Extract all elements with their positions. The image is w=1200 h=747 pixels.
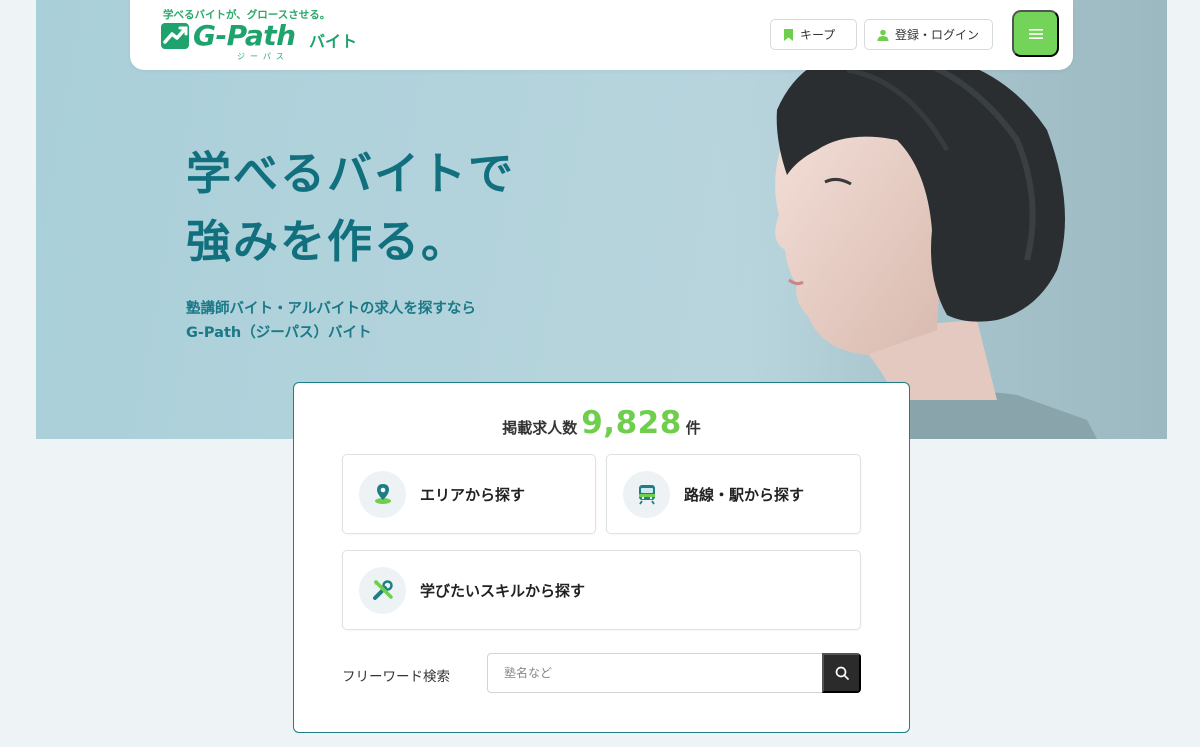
growth-chart-icon: [161, 23, 189, 49]
search-by-area-button[interactable]: エリアから探す: [342, 454, 596, 534]
hero-subtitle-line1: 塾講師バイト・アルバイトの求人を探すなら: [186, 301, 476, 317]
job-count-suffix: 件: [685, 419, 701, 437]
search-by-line-label: 路線・駅から探す: [684, 485, 805, 504]
hero-subtitle-line2: G-Path（ジーパス）バイト: [186, 325, 372, 341]
map-pin-icon: [374, 484, 391, 504]
area-icon-circle: [359, 470, 406, 518]
search-by-area-label: エリアから探す: [420, 485, 526, 504]
search-by-skill-label: 学びたいスキルから探す: [420, 581, 586, 600]
keep-button-label: キープ: [800, 28, 836, 42]
menu-button[interactable]: [1012, 10, 1059, 57]
job-count-value: 9,828: [581, 405, 682, 441]
login-button[interactable]: 登録・ログイン: [864, 19, 993, 50]
search-icon: [835, 666, 849, 680]
search-card: 掲載求人数 9,828 件 エリアから探す 路線・駅から探す 学びたいスキルから…: [293, 382, 910, 733]
logo-wordmark: G-Path: [193, 19, 296, 52]
job-count: 掲載求人数 9,828 件: [294, 405, 909, 441]
freeword-search-button[interactable]: [822, 653, 861, 693]
job-count-prefix: 掲載求人数: [502, 419, 578, 437]
search-by-skill-button[interactable]: 学びたいスキルから探す: [342, 550, 861, 630]
search-by-line-button[interactable]: 路線・駅から探す: [606, 454, 861, 534]
skill-icon-circle: [359, 566, 406, 614]
keep-button[interactable]: キープ: [770, 19, 857, 50]
freeword-label: フリーワード検索: [342, 669, 450, 685]
hero-subtitle: 塾講師バイト・アルバイトの求人を探すなら G-Path（ジーパス）バイト: [186, 297, 476, 345]
site-logo[interactable]: 学べるバイトが、グロースさせる。 G-Path バイト ジーパス: [161, 7, 361, 63]
user-icon: [877, 29, 889, 41]
bookmark-icon: [784, 28, 793, 41]
freeword-input[interactable]: [487, 653, 822, 693]
train-icon: [638, 485, 655, 505]
hamburger-icon: [1028, 28, 1043, 39]
hero-title-line1: 学べるバイトで: [186, 147, 516, 200]
line-icon-circle: [623, 470, 670, 518]
logo-baito-text: バイト: [309, 32, 358, 51]
hero-title: 学べるバイトで 強みを作る。: [186, 140, 515, 276]
tools-icon: [372, 580, 393, 600]
login-button-label: 登録・ログイン: [895, 28, 980, 42]
site-header: 学べるバイトが、グロースさせる。 G-Path バイト ジーパス キープ 登録・…: [130, 0, 1073, 70]
logo-ruby-text: ジーパス: [237, 52, 289, 61]
hero-title-line2: 強みを作る。: [186, 215, 469, 268]
